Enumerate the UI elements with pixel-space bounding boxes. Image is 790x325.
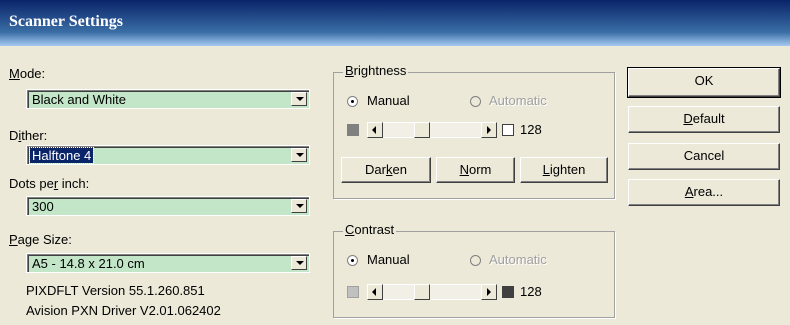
- arrow-right-icon[interactable]: [481, 122, 497, 138]
- dither-value: Halftone 4: [28, 147, 95, 164]
- contrast-manual-label: Manual: [367, 252, 410, 267]
- chevron-down-icon[interactable]: [291, 256, 307, 270]
- contrast-manual-radio[interactable]: [347, 255, 358, 266]
- dither-label: Dither:: [9, 128, 48, 143]
- brightness-manual-radio[interactable]: [347, 96, 358, 107]
- mode-label: Mode:: [9, 66, 46, 81]
- chevron-down-icon[interactable]: [291, 92, 307, 106]
- ok-button[interactable]: OK: [627, 67, 781, 98]
- driver-text: Avision PXN Driver V2.01.062402: [26, 303, 221, 318]
- contrast-slider-thumb[interactable]: [414, 284, 430, 300]
- arrow-left-icon[interactable]: [367, 122, 383, 138]
- dpi-value: 300: [32, 199, 54, 214]
- brightness-dark-swatch: [347, 124, 359, 136]
- chevron-down-icon[interactable]: [291, 148, 307, 162]
- title-bar[interactable]: Scanner Settings: [0, 0, 790, 46]
- contrast-group: [333, 231, 615, 318]
- contrast-title: Contrast: [343, 222, 397, 237]
- brightness-light-swatch: [502, 124, 514, 136]
- brightness-automatic-radio[interactable]: [470, 96, 481, 107]
- brightness-value: 128: [520, 122, 542, 137]
- brightness-slider-thumb[interactable]: [414, 122, 430, 138]
- arrow-left-icon[interactable]: [367, 284, 383, 300]
- contrast-automatic-label: Automatic: [489, 252, 547, 267]
- brightness-automatic-label: Automatic: [489, 93, 547, 108]
- contrast-automatic-radio[interactable]: [470, 255, 481, 266]
- chevron-down-icon[interactable]: [291, 199, 307, 213]
- mode-select[interactable]: Black and White: [26, 89, 310, 109]
- page-size-value: A5 - 14.8 x 21.0 cm: [32, 256, 145, 271]
- contrast-value: 128: [520, 284, 542, 299]
- page-size-label: Page Size:: [9, 232, 72, 247]
- contrast-low-swatch: [347, 286, 359, 298]
- window-title: Scanner Settings: [9, 13, 123, 30]
- brightness-manual-label: Manual: [367, 93, 410, 108]
- dpi-select[interactable]: 300: [26, 196, 310, 216]
- contrast-slider[interactable]: [367, 284, 497, 300]
- brightness-title: Brightness: [343, 63, 409, 78]
- brightness-slider[interactable]: [367, 122, 497, 138]
- contrast-high-swatch: [502, 286, 514, 298]
- version-text: PIXDFLT Version 55.1.260.851: [26, 283, 205, 298]
- area-button[interactable]: Area...: [628, 179, 780, 206]
- arrow-right-icon[interactable]: [481, 284, 497, 300]
- cancel-button[interactable]: Cancel: [628, 143, 780, 170]
- mode-value: Black and White: [32, 92, 126, 107]
- darken-button[interactable]: Darken: [341, 157, 431, 183]
- page-size-select[interactable]: A5 - 14.8 x 21.0 cm: [26, 253, 310, 273]
- dpi-label: Dots per inch:: [9, 176, 90, 191]
- default-button[interactable]: Default: [628, 106, 780, 133]
- lighten-button[interactable]: Lighten: [520, 157, 608, 183]
- dither-select[interactable]: Halftone 4: [26, 145, 310, 165]
- norm-button[interactable]: Norm: [436, 157, 515, 183]
